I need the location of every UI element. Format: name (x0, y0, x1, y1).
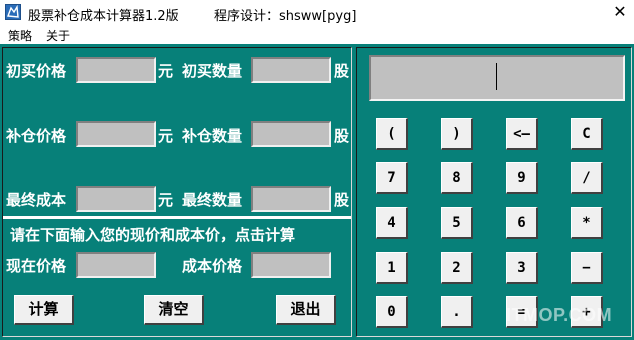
add-qty-label: 补仓数量 (182, 127, 243, 145)
close-button[interactable]: ✕ (606, 0, 634, 26)
key-close-paren[interactable]: ) (441, 118, 473, 150)
initial-price-label: 初买价格 (6, 62, 67, 80)
menu-strategy[interactable]: 策略 (8, 27, 32, 44)
final-cost-label: 最终成本 (6, 191, 67, 209)
initial-price-unit: 元 (158, 62, 174, 80)
final-cost-unit: 元 (158, 191, 174, 209)
key-decimal[interactable]: . (441, 296, 473, 328)
title-bar: 股票补仓成本计算器1.2版 程序设计：shsww[pyg] ✕ (0, 0, 634, 26)
cost-price-label: 成本价格 (182, 257, 243, 275)
key-5[interactable]: 5 (441, 207, 473, 239)
current-price-input[interactable] (76, 252, 156, 278)
menu-bar: 策略 关于 (0, 26, 634, 44)
key-clear[interactable]: C (571, 118, 603, 150)
key-multiply[interactable]: * (571, 207, 603, 239)
add-qty-input[interactable] (251, 121, 331, 147)
final-qty-input[interactable] (251, 186, 331, 212)
add-qty-unit: 股 (334, 127, 350, 145)
window-subtitle: 程序设计：shsww[pyg] (214, 9, 357, 24)
add-price-label: 补仓价格 (6, 127, 67, 145)
key-backspace[interactable]: <— (506, 118, 538, 150)
key-6[interactable]: 6 (506, 207, 538, 239)
initial-price-input[interactable] (76, 57, 156, 83)
window-title: 股票补仓成本计算器1.2版 (28, 9, 179, 24)
key-1[interactable]: 1 (376, 252, 408, 284)
current-price-label: 现在价格 (6, 257, 67, 275)
final-qty-unit: 股 (334, 191, 350, 209)
key-8[interactable]: 8 (441, 162, 473, 194)
text-caret (496, 63, 497, 90)
initial-qty-input[interactable] (251, 57, 331, 83)
key-0[interactable]: 0 (376, 296, 408, 328)
final-cost-input[interactable] (76, 186, 156, 212)
add-price-input[interactable] (76, 121, 156, 147)
watermark: ITMOP.COM (506, 305, 613, 325)
final-qty-label: 最终数量 (182, 191, 243, 209)
key-open-paren[interactable]: ( (376, 118, 408, 150)
menu-about[interactable]: 关于 (46, 27, 70, 44)
key-7[interactable]: 7 (376, 162, 408, 194)
key-subtract[interactable]: − (571, 252, 603, 284)
initial-qty-unit: 股 (334, 62, 350, 80)
app-icon (5, 4, 21, 20)
calculator-display[interactable] (369, 55, 625, 101)
clear-button[interactable]: 清空 (144, 295, 204, 325)
key-divide[interactable]: / (571, 162, 603, 194)
key-3[interactable]: 3 (506, 252, 538, 284)
exit-button[interactable]: 退出 (276, 295, 336, 325)
instruction-text: 请在下面输入您的现价和成本价，点击计算 (10, 226, 296, 244)
section-divider (3, 216, 351, 219)
initial-qty-label: 初买数量 (182, 62, 243, 80)
add-price-unit: 元 (158, 127, 174, 145)
key-9[interactable]: 9 (506, 162, 538, 194)
key-4[interactable]: 4 (376, 207, 408, 239)
key-2[interactable]: 2 (441, 252, 473, 284)
cost-price-input[interactable] (251, 252, 331, 278)
calculate-button[interactable]: 计算 (14, 295, 74, 325)
